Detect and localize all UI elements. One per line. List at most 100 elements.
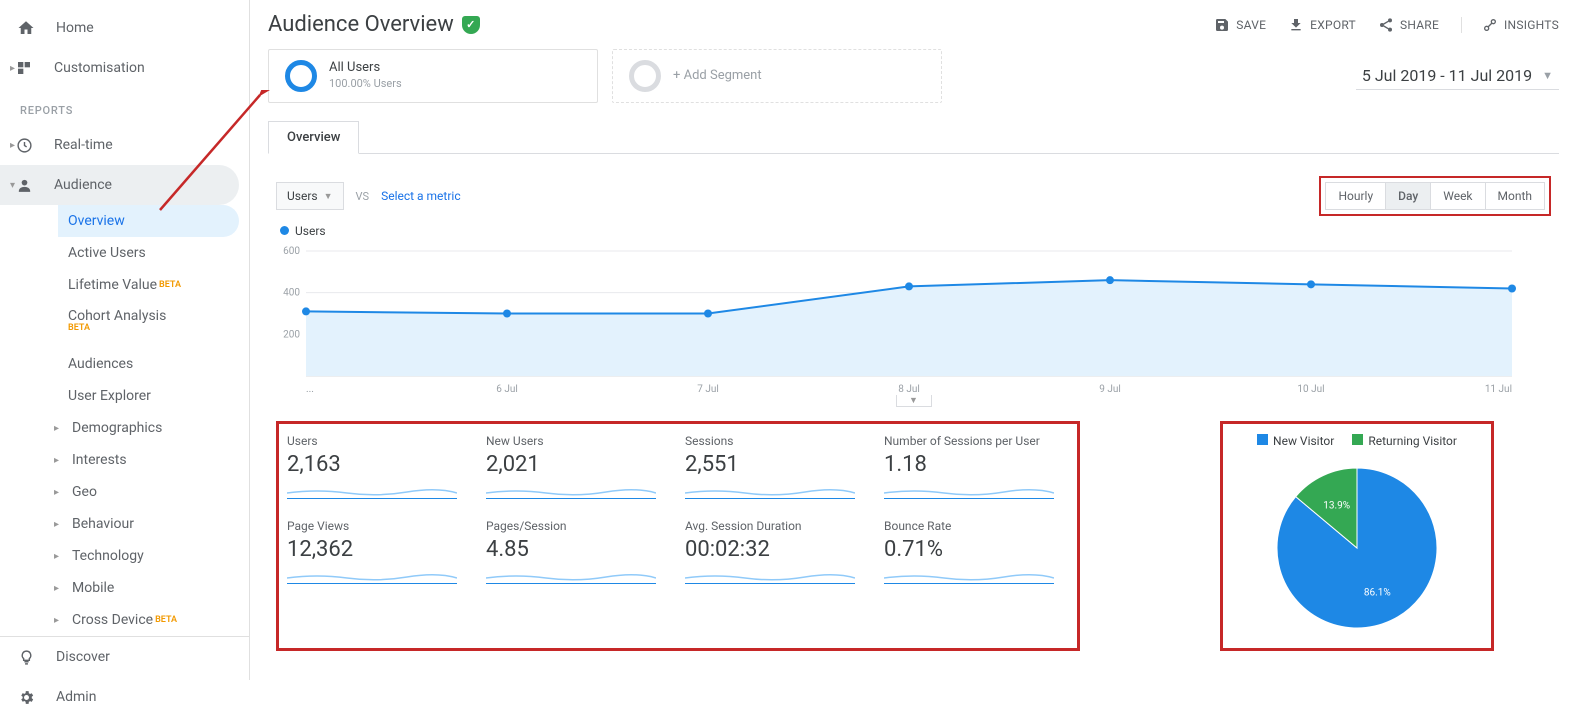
person-icon <box>14 175 34 195</box>
audience-submenu: Overview Active Users Lifetime ValueBETA… <box>0 205 249 636</box>
segment-sub: 100.00% Users <box>329 77 402 91</box>
export-button[interactable]: EXPORT <box>1288 17 1356 33</box>
insights-button[interactable]: INSIGHTS <box>1461 17 1559 33</box>
metric-label: Sessions <box>685 434 870 448</box>
primary-metric-dropdown[interactable]: Users▼ <box>276 182 344 210</box>
sparkline <box>685 568 855 584</box>
select-secondary-metric-link[interactable]: Select a metric <box>381 189 461 203</box>
caret-right-icon: ▸ <box>54 551 64 562</box>
granularity-week[interactable]: Week <box>1431 182 1485 210</box>
legend-dot-icon <box>280 226 289 235</box>
granularity-day[interactable]: Day <box>1386 182 1431 210</box>
date-range-picker[interactable]: 5 Jul 2019 - 11 Jul 2019 ▼ <box>1356 62 1559 90</box>
svg-text:7 Jul: 7 Jul <box>697 384 719 395</box>
visitor-pie-chart: 86.1%13.9% <box>1237 448 1477 638</box>
metric-label: Number of Sessions per User <box>884 434 1069 448</box>
sparkline <box>486 568 656 584</box>
submenu-user-explorer[interactable]: User Explorer <box>58 380 249 412</box>
svg-text:9 Jul: 9 Jul <box>1099 384 1121 395</box>
metric-value: 2,021 <box>486 452 671 477</box>
sparkline <box>287 568 457 584</box>
sidebar-item-admin[interactable]: Admin <box>0 677 249 717</box>
home-icon <box>16 18 36 38</box>
reports-heading: REPORTS <box>0 88 249 125</box>
sparkline <box>884 483 1054 499</box>
add-segment-label: + Add Segment <box>673 68 762 85</box>
metric-bounce-rate[interactable]: Bounce Rate0.71% <box>884 519 1069 584</box>
tab-overview[interactable]: Overview <box>268 121 359 154</box>
svg-text:400: 400 <box>283 288 300 299</box>
submenu-mobile[interactable]: ▸Mobile <box>58 572 249 604</box>
svg-text:...: ... <box>306 384 314 395</box>
sidebar-label: Discover <box>56 649 110 665</box>
metric-new-users[interactable]: New Users 2,021 <box>486 434 671 499</box>
sparkline <box>685 483 855 499</box>
segment-name: All Users <box>329 60 402 77</box>
caret-right-icon: ▸ <box>54 583 64 594</box>
metric-number-of-sessions-per-user[interactable]: Number of Sessions per User1.18 <box>884 434 1069 499</box>
submenu-demographics[interactable]: ▸Demographics <box>58 412 249 444</box>
add-ring-icon <box>629 60 661 92</box>
pie-legend-new: New Visitor <box>1257 434 1334 448</box>
granularity-highlight-box: Hourly Day Week Month <box>1319 176 1551 216</box>
metric-value: 2,551 <box>685 452 870 477</box>
submenu-interests[interactable]: ▸Interests <box>58 444 249 476</box>
svg-text:11 Jul: 11 Jul <box>1485 384 1512 395</box>
sidebar-item-realtime[interactable]: ▸ Real-time <box>0 125 249 165</box>
sidebar-item-home[interactable]: Home <box>0 8 249 48</box>
svg-text:600: 600 <box>283 246 300 257</box>
caret-right-icon: ▸ <box>54 455 64 466</box>
submenu-geo[interactable]: ▸Geo <box>58 476 249 508</box>
svg-text:8 Jul: 8 Jul <box>898 384 920 395</box>
add-segment-button[interactable]: + Add Segment <box>612 49 942 103</box>
legend-square-icon <box>1352 434 1363 445</box>
granularity-month[interactable]: Month <box>1486 182 1545 210</box>
granularity-hourly[interactable]: Hourly <box>1325 182 1386 210</box>
metric-page-views[interactable]: Page Views 12,362 <box>287 519 472 584</box>
metric-label: New Users <box>486 434 671 448</box>
metric-value: 12,362 <box>287 537 472 562</box>
caret-right-icon: ▸ <box>54 519 64 530</box>
submenu-cohort-analysis[interactable]: Cohort AnalysisBETA <box>58 301 249 348</box>
segment-all-users[interactable]: All Users 100.00% Users <box>268 49 598 103</box>
submenu-active-users[interactable]: Active Users <box>58 237 249 269</box>
submenu-behaviour[interactable]: ▸Behaviour <box>58 508 249 540</box>
verified-shield-icon: ✓ <box>462 16 480 34</box>
export-icon <box>1288 17 1304 33</box>
insights-icon <box>1482 17 1498 33</box>
sidebar-item-discover[interactable]: Discover <box>0 637 249 677</box>
sidebar-item-audience[interactable]: ▾ Audience <box>0 165 239 205</box>
sidebar-item-customisation[interactable]: ▸ Customisation <box>0 48 249 88</box>
metric-value: 0.71% <box>884 537 1069 562</box>
metric-pages-session[interactable]: Pages/Session 4.85 <box>486 519 671 584</box>
chevron-down-icon: ▼ <box>1542 69 1553 82</box>
submenu-overview[interactable]: Overview <box>58 205 239 237</box>
metric-label: Page Views <box>287 519 472 533</box>
metric-value: 2,163 <box>287 452 472 477</box>
metric-label: Avg. Session Duration <box>685 519 870 533</box>
sparkline <box>486 483 656 499</box>
metric-sessions[interactable]: Sessions 2,551 <box>685 434 870 499</box>
submenu-cross-device[interactable]: ▸Cross DeviceBETA <box>58 604 249 636</box>
users-line-chart: 200400600...6 Jul7 Jul8 Jul9 Jul10 Jul11… <box>276 246 1516 396</box>
vs-label: VS <box>356 190 370 203</box>
sidebar-label: Customisation <box>54 60 145 76</box>
save-button[interactable]: SAVE <box>1214 17 1266 33</box>
metrics-highlight-box: Users 2,163 New Users 2,021 Sessions 2,551 Num… <box>276 421 1080 651</box>
metric-users[interactable]: Users 2,163 <box>287 434 472 499</box>
metric-label: Users <box>287 434 472 448</box>
submenu-technology[interactable]: ▸Technology <box>58 540 249 572</box>
metric-value: 4.85 <box>486 537 671 562</box>
svg-text:13.9%: 13.9% <box>1323 501 1350 512</box>
submenu-audiences[interactable]: Audiences <box>58 348 249 380</box>
submenu-lifetime-value[interactable]: Lifetime ValueBETA <box>58 269 249 301</box>
segment-ring-icon <box>285 60 317 92</box>
metric-avg-session-duration[interactable]: Avg. Session Duration 00:02:32 <box>685 519 870 584</box>
chart-expand-handle[interactable]: ▼ <box>896 395 932 407</box>
metric-value: 00:02:32 <box>685 537 870 562</box>
sidebar-label: Home <box>56 20 94 36</box>
customisation-icon <box>14 58 34 78</box>
metric-label: Pages/Session <box>486 519 671 533</box>
gear-icon <box>16 687 36 707</box>
share-button[interactable]: SHARE <box>1378 17 1439 33</box>
